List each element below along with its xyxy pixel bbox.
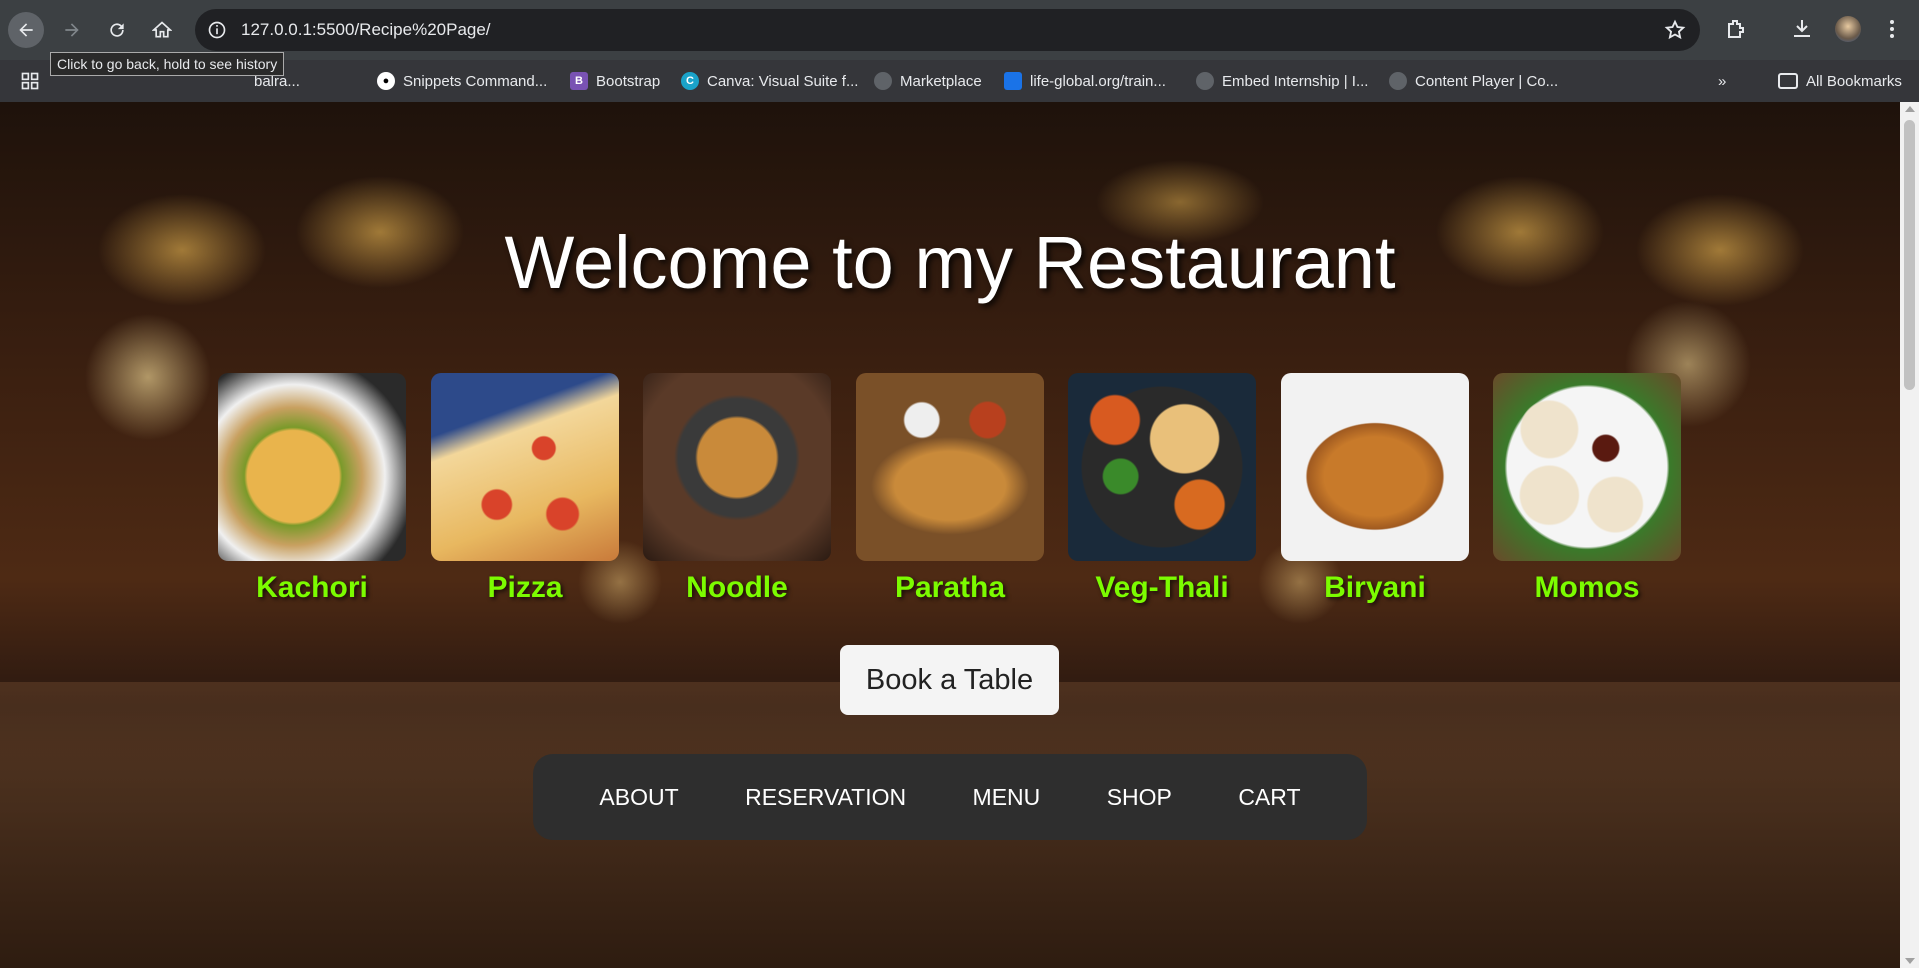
dish-name: Veg-Thali (1095, 571, 1229, 604)
home-button[interactable] (144, 12, 180, 48)
scrollbar-thumb[interactable] (1904, 120, 1915, 390)
bookmark-item[interactable]: B Bootstrap (570, 71, 660, 91)
main-nav: ABOUT RESERVATION MENU SHOP CART (533, 754, 1367, 840)
folder-icon (1778, 73, 1798, 89)
browser-toolbar: 127.0.0.1:5500/Recipe%20Page/ (0, 0, 1919, 60)
kebab-menu-icon[interactable] (1880, 17, 1904, 41)
reload-button[interactable] (99, 12, 135, 48)
dish-name: Noodle (686, 571, 788, 604)
nav-reservation[interactable]: RESERVATION (745, 784, 906, 811)
browser-chrome: 127.0.0.1:5500/Recipe%20Page/ balra... ●… (0, 0, 1919, 102)
dish-card-veg-thali[interactable]: Veg-Thali (1068, 373, 1256, 605)
dish-card-kachori[interactable]: Kachori (218, 373, 406, 605)
bookmark-item[interactable]: ● Snippets Command... (377, 71, 547, 91)
book-table-button[interactable]: Book a Table (840, 645, 1059, 715)
bookmark-item[interactable]: Marketplace (874, 71, 982, 91)
nav-menu[interactable]: MENU (973, 784, 1041, 811)
arrow-left-icon (19, 23, 33, 37)
address-bar[interactable]: 127.0.0.1:5500/Recipe%20Page/ (195, 9, 1700, 51)
veg-thali-image (1068, 373, 1256, 561)
dish-card-paratha[interactable]: Paratha (856, 373, 1044, 605)
arrow-right-icon (65, 23, 79, 37)
bookmarks-bar: balra... ● Snippets Command... B Bootstrap… (0, 60, 1919, 102)
restaurant-page: Welcome to my Restaurant Kachori Pizza N… (0, 102, 1900, 968)
pizza-image (431, 373, 619, 561)
dish-name: Pizza (487, 571, 563, 604)
all-bookmarks-button[interactable]: All Bookmarks (1778, 71, 1902, 91)
dish-name: Momos (1534, 571, 1640, 604)
nav-cart[interactable]: CART (1238, 784, 1300, 811)
github-icon: ● (377, 72, 395, 90)
dish-card-pizza[interactable]: Pizza (431, 373, 619, 605)
double-chevron-icon: » (1718, 72, 1727, 90)
life-icon (1004, 72, 1022, 90)
page-scrollbar[interactable] (1900, 102, 1919, 968)
noodle-image (643, 373, 831, 561)
reload-icon (110, 23, 124, 37)
bookmark-item[interactable]: Content Player | Co... (1389, 71, 1558, 91)
dish-card-noodle[interactable]: Noodle (643, 373, 831, 605)
scroll-up-arrow-icon[interactable] (1905, 106, 1915, 112)
more-bookmarks-button[interactable]: » (1718, 71, 1726, 91)
kachori-image (218, 373, 406, 561)
dish-name: Kachori (256, 571, 368, 604)
home-icon (152, 21, 172, 38)
dish-name: Biryani (1324, 571, 1426, 604)
dish-name: Paratha (894, 571, 1006, 604)
dish-card-biryani[interactable]: Biryani (1281, 373, 1469, 605)
url-text[interactable]: 127.0.0.1:5500/Recipe%20Page/ (241, 20, 491, 40)
bookmark-item[interactable]: Embed Internship | I... (1196, 71, 1368, 91)
globe-icon (1196, 72, 1214, 90)
nav-shop[interactable]: SHOP (1107, 784, 1172, 811)
bookmark-item[interactable]: C Canva: Visual Suite f... (681, 71, 858, 91)
scroll-down-arrow-icon[interactable] (1905, 958, 1915, 964)
momos-image (1493, 373, 1681, 561)
bootstrap-icon: B (570, 72, 588, 90)
canva-icon: C (681, 72, 699, 90)
globe-icon (1389, 72, 1407, 90)
info-icon[interactable] (207, 20, 227, 40)
bookmark-star-icon[interactable] (1664, 19, 1686, 41)
nav-about[interactable]: ABOUT (599, 784, 678, 811)
profile-avatar[interactable] (1835, 16, 1861, 42)
download-icon[interactable] (1790, 17, 1814, 41)
biryani-image (1281, 373, 1469, 561)
apps-grid-icon[interactable] (20, 71, 40, 91)
extensions-icon[interactable] (1724, 17, 1748, 41)
page-title: Welcome to my Restaurant (504, 221, 1396, 304)
bookmark-item[interactable]: life-global.org/train... (1004, 71, 1166, 91)
back-tooltip: Click to go back, hold to see history (50, 52, 285, 76)
dish-card-momos[interactable]: Momos (1493, 373, 1681, 605)
paratha-image (856, 373, 1044, 561)
back-button[interactable] (8, 12, 44, 48)
globe-icon (874, 72, 892, 90)
forward-button[interactable] (54, 12, 90, 48)
